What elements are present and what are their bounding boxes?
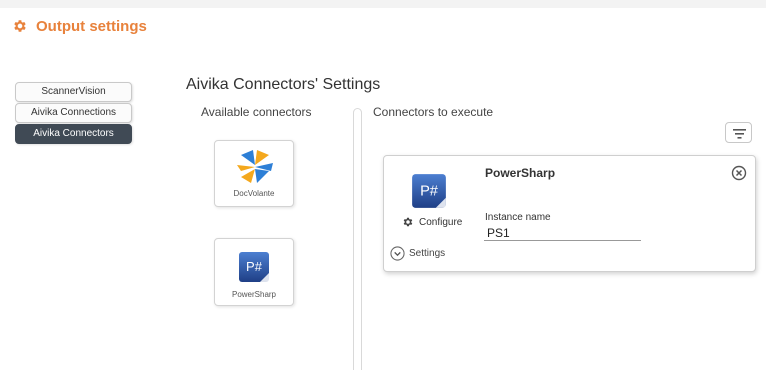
connector-tile-docvolante[interactable]: DocVolante (214, 140, 294, 207)
page-title: Output settings (36, 17, 147, 35)
connector-tile-powersharp[interactable]: P# PowerSharp (214, 238, 294, 306)
available-connectors-heading: Available connectors (201, 105, 312, 119)
left-menu: ScannerVision Aivika Connections Aivika … (15, 82, 133, 145)
gear-icon (14, 20, 26, 32)
filter-button[interactable] (725, 122, 752, 143)
page-header: Output settings (12, 14, 147, 38)
menu-item-aivika-connectors[interactable]: Aivika Connectors (15, 124, 132, 144)
settings-toggle[interactable]: Settings (390, 246, 445, 261)
configure-button[interactable]: Configure (402, 216, 462, 228)
menu-item-scannervision[interactable]: ScannerVision (15, 82, 132, 102)
settings-label: Settings (409, 248, 446, 259)
logo-glyph: P# (246, 259, 263, 274)
chevron-down-icon (390, 246, 405, 261)
close-icon[interactable] (731, 165, 747, 181)
instance-name-input[interactable] (484, 225, 641, 241)
docvolante-logo-icon (237, 150, 273, 183)
powersharp-logo-icon: P# (239, 252, 269, 282)
tile-label: DocVolante (233, 189, 275, 198)
gear-icon (403, 217, 413, 227)
logo-glyph: P# (420, 184, 439, 200)
connector-name: PowerSharp (485, 166, 556, 180)
powersharp-logo-icon: P# (412, 174, 446, 208)
top-strip (0, 0, 766, 8)
column-divider (353, 108, 362, 370)
instance-name-label: Instance name (485, 212, 551, 223)
connector-card-powersharp: P# PowerSharp Configure Instance name Se… (383, 155, 756, 272)
configure-label: Configure (419, 216, 463, 228)
section-title: Aivika Connectors' Settings (186, 76, 381, 93)
menu-item-aivika-connections[interactable]: Aivika Connections (15, 103, 132, 123)
filter-icon (733, 129, 746, 139)
connectors-to-execute-heading: Connectors to execute (373, 105, 494, 119)
tile-label: PowerSharp (231, 290, 277, 299)
